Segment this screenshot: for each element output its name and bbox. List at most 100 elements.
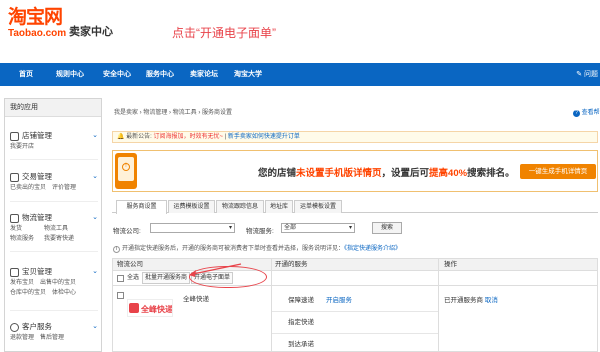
sidebar-group-title: 店铺管理: [22, 131, 52, 140]
sidebar-link[interactable]: 评价管理: [52, 185, 76, 191]
company-logo: 全峰快递: [127, 299, 173, 317]
info-text: 开通指定快递服务后，开通的服务商可被消费者下单时查看并选择，服务说明详见：: [122, 246, 345, 252]
sidebar-group-trade[interactable]: 交易管理 ⌄ 已卖出的宝贝 评价管理: [10, 171, 100, 193]
sidebar-link[interactable]: 出售中的宝贝: [40, 280, 76, 286]
nav-help-label: 问题: [584, 71, 598, 78]
service-intro-link[interactable]: 《指定快递服务介绍》: [344, 246, 401, 252]
tab-waybill-template[interactable]: 运单模板设置: [294, 200, 342, 213]
annotation-text: 点击“开通电子面单”: [172, 26, 276, 40]
sidebar-link[interactable]: 退款管理: [10, 335, 34, 341]
banner-pre: 您的店铺: [258, 168, 297, 179]
generate-mobile-detail-button[interactable]: 一键生成手机详情页: [520, 164, 596, 179]
sidebar-link[interactable]: 我要开店: [10, 144, 34, 150]
sidebar-group-title: 物流管理: [22, 213, 52, 222]
store-icon: [10, 132, 19, 141]
notice-bar: 🔔 最新公告: 订阅海报加，时效有无忧~ | 新手卖家如何快速提升订单: [112, 131, 598, 143]
sidebar-link[interactable]: 发布宝贝: [10, 280, 34, 286]
sidebar-group-store[interactable]: 店铺管理 ⌄ 我要开店: [10, 130, 100, 152]
chevron-down-icon[interactable]: ⌄: [92, 171, 98, 183]
sidebar-group-title: 客户服务: [22, 322, 52, 331]
tab-freight-template[interactable]: 运费模板设置: [168, 200, 215, 213]
filter-row: 物流公司: ▾ 物流服务: 全部 ▾ 搜索: [113, 222, 402, 235]
tab-tracking-info[interactable]: 物流跟踪信息: [216, 200, 264, 213]
header-actions: 操作: [444, 261, 457, 268]
sidebar-link[interactable]: 物流服务: [10, 236, 34, 242]
sidebar-link[interactable]: 体检中心: [52, 290, 76, 296]
service-select[interactable]: 全部 ▾: [281, 223, 355, 233]
banner-hi: 提高40%: [429, 168, 468, 179]
sidebar-link[interactable]: 我要寄快递: [44, 236, 74, 242]
tab-provider-settings[interactable]: 服务商设置: [116, 200, 167, 214]
sidebar-group-title: 交易管理: [22, 172, 52, 181]
sidebar-group-logistics[interactable]: 物流管理 ⌄ 发货 物流工具 物流服务 我要寄快递: [10, 212, 100, 244]
sidebar: 我的应用 店铺管理 ⌄ 我要开店 交易管理 ⌄ 已卖出的宝贝 评价管理 物流管理 ⌄ 发…: [4, 98, 102, 352]
top-header: 淘宝网 Taobao.com 卖家中心 点击“开通电子面单”: [0, 0, 600, 63]
nav-university[interactable]: 淘宝大学: [234, 63, 262, 86]
service-name: 指定快递: [288, 319, 314, 326]
question-icon: ?: [573, 110, 580, 117]
service-value: 全部: [284, 225, 297, 231]
nav-rules[interactable]: 规则中心: [56, 63, 84, 86]
seller-center-title: 卖家中心: [69, 26, 113, 38]
row-checkbox[interactable]: [117, 292, 124, 299]
service-name: 保障速递: [288, 297, 314, 304]
logo-cn: 淘宝网: [8, 7, 63, 28]
nav-forum[interactable]: 卖家论坛: [190, 63, 218, 86]
annotation-arrow: [189, 263, 242, 277]
info-icon: i: [113, 246, 120, 253]
sidebar-link[interactable]: 发货: [10, 226, 22, 232]
status-text: 已开通服务商: [444, 297, 483, 304]
help-link[interactable]: ? 查看帮: [573, 107, 600, 117]
row-status: 已开通服务商 取消: [444, 294, 498, 304]
notice-red-link[interactable]: 订阅海报加，时效有无忧~: [154, 134, 224, 140]
open-service-link[interactable]: 开启服务: [326, 294, 352, 304]
banner-end: 搜索排名。: [467, 168, 515, 179]
company-select[interactable]: ▾: [150, 223, 235, 233]
shirt-icon: [10, 268, 19, 277]
breadcrumb[interactable]: 我是卖家 › 物流管理 › 物流工具 › 服务商设置: [114, 107, 232, 116]
user-icon: [10, 323, 19, 332]
chevron-down-icon[interactable]: ⌄: [92, 212, 98, 224]
svg-text:全峰快递: 全峰快递: [140, 304, 172, 314]
chevron-down-icon[interactable]: ⌄: [92, 321, 98, 333]
banner-mid: 未设置手机版详情页: [296, 168, 382, 179]
sidebar-group-items[interactable]: 宝贝管理 ⌄ 发布宝贝 出售中的宝贝 仓库中的宝贝 体检中心: [10, 266, 100, 298]
select-all-checkbox[interactable]: [117, 275, 124, 282]
sidebar-link[interactable]: 售后管理: [40, 335, 64, 341]
sidebar-link[interactable]: 仓库中的宝贝: [10, 290, 46, 296]
notice-label: 最新公告:: [126, 134, 152, 140]
nav-home[interactable]: 首页: [10, 63, 42, 86]
notice-link[interactable]: 新手卖家如何快速提升订单: [228, 134, 300, 140]
taobao-logo[interactable]: 淘宝网 Taobao.com: [8, 8, 68, 48]
truck-icon: [10, 214, 19, 223]
promo-banner: ! 您的店铺未设置手机版详情页，设置后可提高40%搜索排名。 一键生成手机详情页: [112, 150, 598, 192]
banner-text: 您的店铺未设置手机版详情页，设置后可提高40%搜索排名。: [258, 165, 515, 179]
tab-address-book[interactable]: 地址库: [265, 200, 293, 213]
select-all-label[interactable]: 全选: [127, 272, 139, 285]
chevron-down-icon[interactable]: ⌄: [92, 266, 98, 278]
search-button[interactable]: 搜索: [372, 222, 402, 234]
phone-icon: !: [115, 153, 137, 189]
header-company: 物流公司: [117, 261, 143, 268]
company-name: 全峰快递: [183, 296, 209, 303]
sidebar-group-customer[interactable]: 客户服务 ⌄ 退款管理 售后管理: [10, 321, 100, 343]
main-nav: 首页 规则中心 安全中心 服务中心 卖家论坛 淘宝大学 ✎ 问题: [0, 63, 600, 86]
quanfeng-logo: 全峰快递: [129, 303, 173, 314]
service-name: 到达承诺: [288, 341, 314, 348]
batch-open-button[interactable]: 批量开通服务商: [142, 272, 191, 284]
banner-post: ，设置后可: [381, 168, 430, 179]
bell-icon: 🔔: [117, 134, 125, 140]
cancel-link[interactable]: 取消: [485, 297, 498, 304]
chevron-down-icon[interactable]: ⌄: [92, 130, 98, 142]
header-services: 开通的服务: [275, 261, 308, 268]
edit-icon: ✎: [576, 71, 584, 78]
nav-service[interactable]: 服务中心: [146, 63, 174, 86]
nav-help[interactable]: ✎ 问题: [576, 63, 598, 86]
info-line: i 开通指定快递服务后，开通的服务商可被消费者下单时查看并选择，服务说明详见：《指…: [113, 243, 401, 253]
trade-icon: [10, 173, 19, 182]
sidebar-link[interactable]: 已卖出的宝贝: [10, 185, 46, 191]
sidebar-link[interactable]: 物流工具: [44, 226, 68, 232]
sidebar-title: 我的应用: [5, 99, 101, 117]
nav-security[interactable]: 安全中心: [103, 63, 131, 86]
chevron-down-icon: ▾: [348, 225, 352, 231]
